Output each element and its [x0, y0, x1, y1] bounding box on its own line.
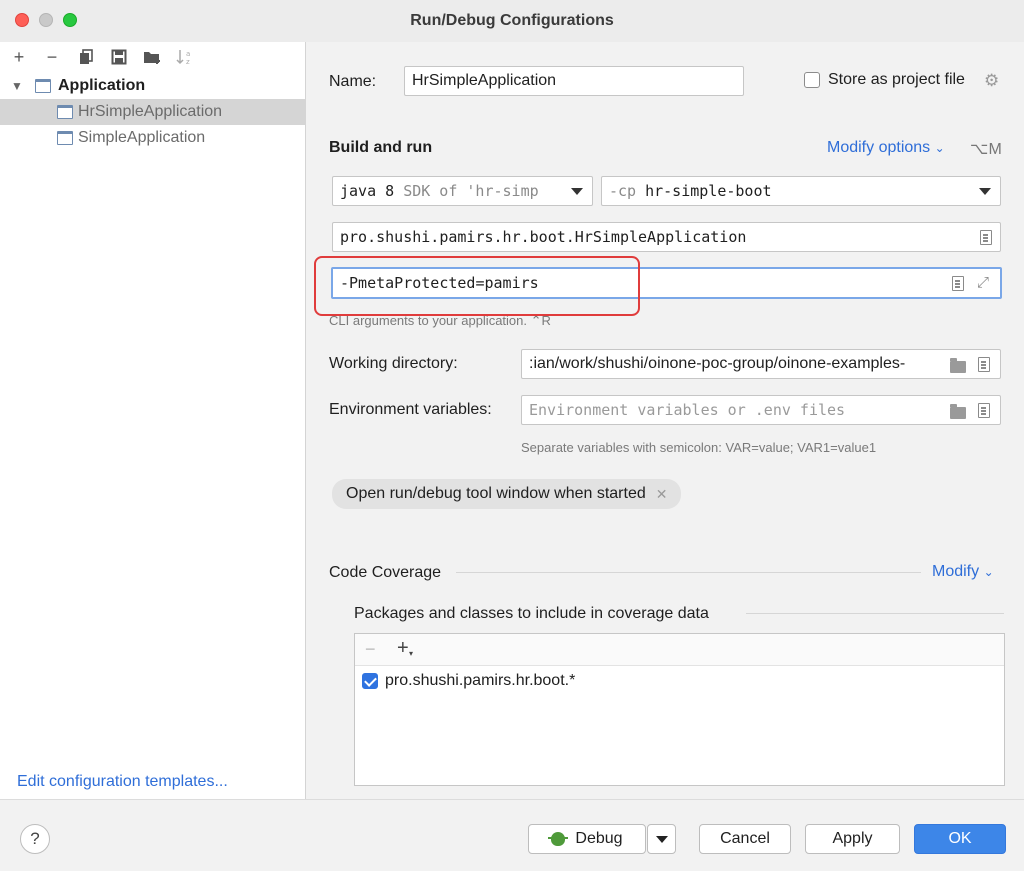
apply-button[interactable]: Apply	[805, 824, 900, 854]
dropdown-arrow-icon	[571, 188, 583, 195]
dropdown-indicator-icon: ▾	[409, 649, 414, 658]
build-and-run-heading: Build and run	[329, 139, 433, 156]
folder-icon[interactable]	[950, 404, 966, 419]
coverage-modify-link[interactable]: Modify ⌄	[932, 563, 994, 581]
coverage-item-checkbox[interactable]	[362, 673, 378, 689]
gear-icon[interactable]: ⚙	[984, 71, 999, 91]
chevron-down-icon: ⌄	[934, 141, 945, 155]
classpath-module-select[interactable]: -cp hr-simple-boot	[601, 176, 1001, 206]
svg-text:a: a	[186, 50, 190, 58]
new-folder-icon[interactable]	[141, 46, 163, 68]
coverage-packages-heading: Packages and classes to include in cover…	[354, 605, 709, 622]
name-label: Name:	[329, 73, 377, 90]
help-button[interactable]: ?	[20, 824, 50, 854]
dialog-button-bar: ? Debug Cancel Apply OK	[0, 799, 1024, 871]
jdk-value: java 8	[340, 182, 395, 200]
cp-flag: -cp	[609, 182, 637, 200]
jdk-select[interactable]: java 8 SDK of 'hr-simp	[332, 176, 593, 206]
open-tool-window-label: Open run/debug tool window when started	[346, 485, 646, 502]
open-tool-window-option-chip[interactable]: Open run/debug tool window when started …	[332, 479, 682, 509]
document-icon[interactable]	[952, 276, 964, 291]
modify-options-link[interactable]: Modify options ⌄	[827, 139, 945, 157]
run-debug-dialog: Run/Debug Configurations + − az ▼ Applic…	[0, 0, 1024, 871]
chevron-down-icon[interactable]: ▼	[11, 79, 23, 93]
expand-icon[interactable]: ⤢	[977, 273, 989, 291]
window-title: Run/Debug Configurations	[410, 12, 614, 29]
remove-option-icon[interactable]: ✕	[656, 486, 668, 503]
tree-group-application[interactable]: ▼ Application	[0, 73, 306, 99]
tree-item-label: HrSimpleApplication	[78, 103, 223, 120]
name-input[interactable]: HrSimpleApplication	[404, 66, 744, 96]
debug-options-dropdown[interactable]	[647, 824, 676, 854]
tree-item-simpleapplication[interactable]: SimpleApplication	[0, 125, 306, 151]
svg-text:z: z	[186, 58, 190, 66]
remove-icon[interactable]: −	[365, 639, 376, 660]
debug-button[interactable]: Debug	[528, 824, 646, 854]
tree-item-hrsimpleapplication[interactable]: HrSimpleApplication	[0, 99, 306, 125]
document-icon[interactable]	[978, 357, 990, 372]
working-directory-value: :ian/work/shushi/oinone-poc-group/oinone…	[529, 355, 906, 372]
cp-module-value: hr-simple-boot	[645, 182, 772, 200]
bug-icon	[548, 832, 569, 846]
main-class-input[interactable]: pro.shushi.pamirs.hr.boot.HrSimpleApplic…	[332, 222, 1001, 252]
store-as-project-file-checkbox[interactable]	[804, 72, 820, 88]
coverage-packages-list: − + ▾ pro.shushi.pamirs.hr.boot.*	[354, 633, 1005, 786]
code-coverage-heading: Code Coverage	[329, 564, 442, 581]
remove-icon[interactable]: −	[41, 46, 63, 68]
application-config-icon	[57, 105, 73, 119]
add-icon[interactable]: +	[8, 46, 30, 68]
environment-variables-label: Environment variables:	[329, 401, 492, 418]
chevron-down-icon	[655, 835, 668, 843]
save-icon[interactable]	[108, 46, 130, 68]
store-as-project-file-label: Store as project file	[828, 71, 965, 88]
highlight-annotation	[314, 256, 640, 316]
document-icon[interactable]	[978, 403, 990, 418]
working-directory-input[interactable]: :ian/work/shushi/oinone-poc-group/oinone…	[521, 349, 1001, 379]
cancel-button[interactable]: Cancel	[699, 824, 791, 854]
debug-button-label: Debug	[575, 830, 623, 847]
section-divider	[746, 613, 1004, 614]
folder-icon[interactable]	[950, 358, 966, 373]
configuration-tree-panel: + − az ▼ Application HrSimpleApplication	[0, 42, 306, 799]
application-config-icon	[57, 131, 73, 145]
jdk-hint: SDK of 'hr-simp	[403, 182, 539, 200]
add-icon[interactable]: +	[397, 637, 409, 660]
browse-document-icon[interactable]	[980, 230, 992, 245]
title-bar: Run/Debug Configurations	[0, 0, 1024, 42]
working-directory-label: Working directory:	[329, 355, 458, 372]
coverage-list-item[interactable]: pro.shushi.pamirs.hr.boot.*	[355, 668, 1004, 694]
name-input-value: HrSimpleApplication	[412, 72, 557, 89]
edit-configuration-templates-link[interactable]: Edit configuration templates...	[17, 773, 228, 791]
environment-variables-hint: Separate variables with semicolon: VAR=v…	[521, 440, 877, 455]
dropdown-arrow-icon	[979, 188, 991, 195]
tree-toolbar: + − az	[0, 42, 306, 72]
modify-options-label: Modify options	[827, 139, 931, 156]
coverage-modify-label: Modify	[932, 563, 980, 580]
tree-group-label: Application	[58, 77, 146, 94]
section-divider	[456, 572, 921, 573]
tree-item-label: SimpleApplication	[78, 129, 206, 146]
environment-variables-placeholder: Environment variables or .env files	[529, 401, 846, 419]
coverage-item-label: pro.shushi.pamirs.hr.boot.*	[385, 672, 576, 689]
modify-options-shortcut: ⌥M	[970, 141, 1002, 158]
ok-button[interactable]: OK	[914, 824, 1006, 854]
copy-icon[interactable]	[75, 46, 97, 68]
environment-variables-input[interactable]: Environment variables or .env files	[521, 395, 1001, 425]
main-class-value: pro.shushi.pamirs.hr.boot.HrSimpleApplic…	[340, 228, 747, 246]
coverage-list-toolbar: − + ▾	[355, 634, 1004, 666]
sort-icon[interactable]: az	[174, 46, 196, 68]
configuration-form: Name: HrSimpleApplication Store as proje…	[306, 42, 1024, 799]
chevron-down-icon: ⌄	[983, 565, 994, 579]
application-icon	[35, 79, 51, 93]
